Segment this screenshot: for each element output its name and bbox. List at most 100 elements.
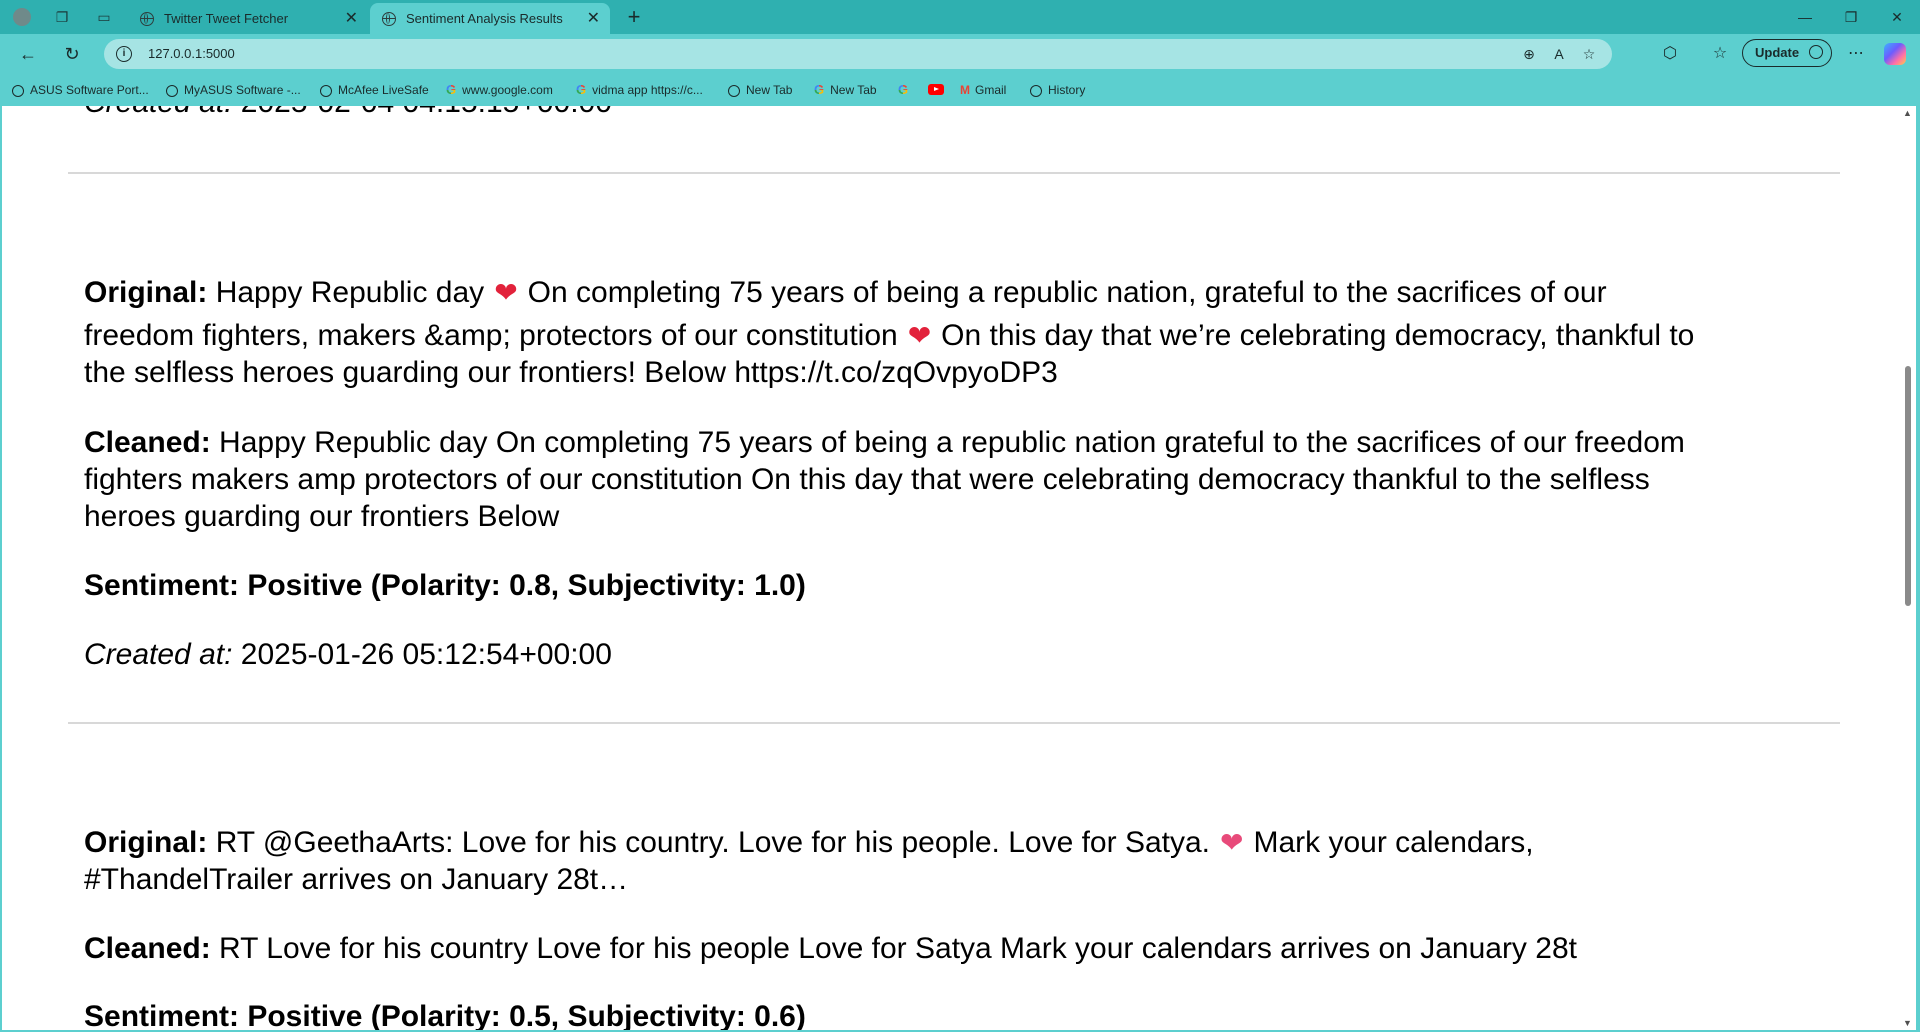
- bookmark-label: New Tab: [830, 83, 877, 97]
- heart-icon: ❤: [1220, 827, 1244, 858]
- read-aloud-icon[interactable]: A: [1548, 43, 1570, 65]
- update-button[interactable]: Update: [1742, 39, 1832, 67]
- cleaned-text-part: Happy Republic day On completing 75 year…: [219, 426, 1685, 459]
- google-icon: G: [898, 74, 908, 106]
- restore-button[interactable]: ❐: [1828, 0, 1874, 34]
- google-icon: G: [576, 74, 586, 106]
- vertical-tabs-icon[interactable]: ▭: [92, 6, 116, 28]
- created-at-label: Created at:: [84, 106, 232, 119]
- bookmark-google[interactable]: G: [898, 74, 914, 106]
- globe-icon: [728, 85, 740, 97]
- update-icon: [1809, 45, 1823, 59]
- bookmark-item[interactable]: New Tab: [728, 74, 792, 106]
- cleaned-label: Cleaned:: [84, 426, 211, 459]
- red-heart-icon: ❤: [494, 277, 518, 308]
- close-tab-icon[interactable]: ✕: [587, 3, 600, 34]
- original-text-part: freedom fighters, makers &amp; protector…: [84, 319, 898, 352]
- cleaned-text: Cleaned: RT Love for his country Love fo…: [84, 934, 1577, 964]
- created-at-line: Created at: 2025-02-04 04:15:15+00:00: [84, 106, 612, 118]
- cleaned-text: Cleaned: Happy Republic day On completin…: [84, 428, 1685, 458]
- original-text: Original: RT @GeethaArts: Love for his c…: [84, 828, 1534, 858]
- original-text: the selfless heroes guarding our frontie…: [84, 358, 1058, 388]
- bookmark-item[interactable]: Gvidma app https://c...: [576, 74, 703, 106]
- cleaned-text: heroes guarding our frontiers Below: [84, 502, 559, 532]
- bookmark-label: New Tab: [746, 83, 793, 97]
- scroll-up-arrow-icon[interactable]: ▲: [1903, 108, 1912, 118]
- gmail-icon: M: [960, 83, 970, 97]
- google-icon: G: [446, 74, 456, 106]
- scrollbar-thumb[interactable]: [1905, 366, 1911, 606]
- globe-icon: [382, 12, 396, 26]
- bookmark-item[interactable]: ASUS Software Port...: [12, 74, 149, 106]
- original-text-part: On this day that we’re celebrating democ…: [941, 319, 1695, 352]
- original-text-part: On completing 75 years of being a republ…: [527, 276, 1607, 309]
- globe-icon: [1030, 85, 1042, 97]
- cleaned-text-part: heroes guarding our frontiers Below: [84, 500, 560, 533]
- youtube-icon: [928, 84, 944, 95]
- vertical-scrollbar[interactable]: ▲ ▼: [1900, 106, 1916, 1030]
- copilot-icon[interactable]: [1884, 43, 1906, 65]
- tab-twitter-tweet-fetcher[interactable]: Twitter Tweet Fetcher ✕: [128, 3, 368, 34]
- created-at-value: 2025-02-04 04:15:15+00:00: [241, 106, 612, 119]
- original-text: freedom fighters, makers &amp; protector…: [84, 321, 1694, 351]
- bookmark-item[interactable]: MyASUS Software -...: [166, 74, 301, 106]
- refresh-button[interactable]: ↻: [58, 40, 86, 68]
- scroll-down-arrow-icon[interactable]: ▼: [1903, 1018, 1912, 1028]
- bookmark-gmail[interactable]: M Gmail: [960, 74, 1006, 106]
- bookmark-label: vidma app https://c...: [592, 83, 703, 97]
- bookmark-label: History: [1048, 83, 1086, 97]
- browser-toolbar: ← ↻ i 127.0.0.1:5000 ⊕ A ☆ ⬡ ☆ Update ⋯: [0, 34, 1920, 74]
- original-text-part: Happy Republic day: [215, 276, 485, 309]
- sentiment-text: Sentiment: Positive (Polarity: 0.5, Subj…: [84, 1000, 806, 1031]
- sentiment-text: Sentiment: Positive (Polarity: 0.8, Subj…: [84, 569, 806, 602]
- created-at-label: Created at:: [84, 638, 233, 671]
- workspaces-icon[interactable]: ❐: [50, 6, 74, 28]
- original-text-part: RT @GeethaArts: Love for his country. Lo…: [215, 826, 1210, 859]
- original-text-part: the selfless heroes guarding our frontie…: [84, 356, 1058, 389]
- new-tab-button[interactable]: +: [620, 3, 648, 31]
- original-text-part: Mark your calendars,: [1253, 826, 1534, 859]
- update-label: Update: [1755, 45, 1800, 60]
- created-at-value: 2025-01-26 05:12:54+00:00: [240, 638, 612, 671]
- original-label: Original:: [84, 276, 208, 309]
- sentiment-line: Sentiment: Positive (Polarity: 0.5, Subj…: [84, 1000, 806, 1031]
- site-info-icon[interactable]: i: [116, 46, 132, 62]
- close-tab-icon[interactable]: ✕: [345, 3, 358, 34]
- cleaned-text-part: RT Love for his country Love for his peo…: [219, 932, 1577, 965]
- zoom-icon[interactable]: ⊕: [1518, 43, 1540, 65]
- url-text[interactable]: 127.0.0.1:5000: [148, 39, 235, 69]
- sentiment-line: Sentiment: Positive (Polarity: 0.8, Subj…: [84, 571, 806, 601]
- tab-sentiment-analysis-results[interactable]: Sentiment Analysis Results ✕: [370, 3, 610, 34]
- cleaned-label: Cleaned:: [84, 932, 211, 965]
- original-label: Original:: [84, 826, 208, 859]
- original-text: #ThandelTrailer arrives on January 28t…: [84, 865, 628, 895]
- bookmark-label: ASUS Software Port...: [30, 83, 149, 97]
- minimize-button[interactable]: —: [1782, 0, 1828, 34]
- cleaned-text: fighters makers amp protectors of our co…: [84, 465, 1650, 495]
- bookmarks-bar: ASUS Software Port... MyASUS Software -.…: [0, 74, 1920, 106]
- profile-icon[interactable]: [10, 6, 34, 28]
- more-menu-icon[interactable]: ⋯: [1842, 40, 1870, 68]
- close-window-button[interactable]: ✕: [1874, 0, 1920, 34]
- back-button[interactable]: ←: [14, 40, 42, 68]
- favorites-icon[interactable]: ☆: [1706, 40, 1734, 68]
- favorite-star-icon[interactable]: ☆: [1578, 43, 1600, 65]
- extensions-icon[interactable]: ⬡: [1656, 40, 1684, 68]
- page-viewport: Created at: 2025-02-04 04:15:15+00:00 Or…: [2, 106, 1916, 1030]
- globe-icon: [320, 85, 332, 97]
- bookmark-label: Gmail: [975, 83, 1007, 97]
- bookmark-item[interactable]: McAfee LiveSafe: [320, 74, 429, 106]
- bookmark-history[interactable]: History: [1030, 74, 1085, 106]
- original-text-part: #ThandelTrailer arrives on January 28t…: [84, 863, 629, 896]
- bookmark-item[interactable]: Gwww.google.com: [446, 74, 553, 106]
- tab-label: Twitter Tweet Fetcher: [164, 11, 289, 26]
- globe-icon: [12, 85, 24, 97]
- bookmark-youtube[interactable]: [928, 74, 944, 106]
- divider: [68, 722, 1840, 724]
- tab-label: Sentiment Analysis Results: [406, 11, 563, 26]
- address-bar[interactable]: i 127.0.0.1:5000 ⊕ A ☆: [104, 39, 1612, 69]
- tab-strip: ❐ ▭ Twitter Tweet Fetcher ✕ Sentiment An…: [0, 0, 1920, 34]
- created-at-line: Created at: 2025-01-26 05:12:54+00:00: [84, 640, 612, 670]
- bookmark-item[interactable]: G New Tab: [814, 74, 877, 106]
- red-heart-icon: ❤: [907, 320, 932, 351]
